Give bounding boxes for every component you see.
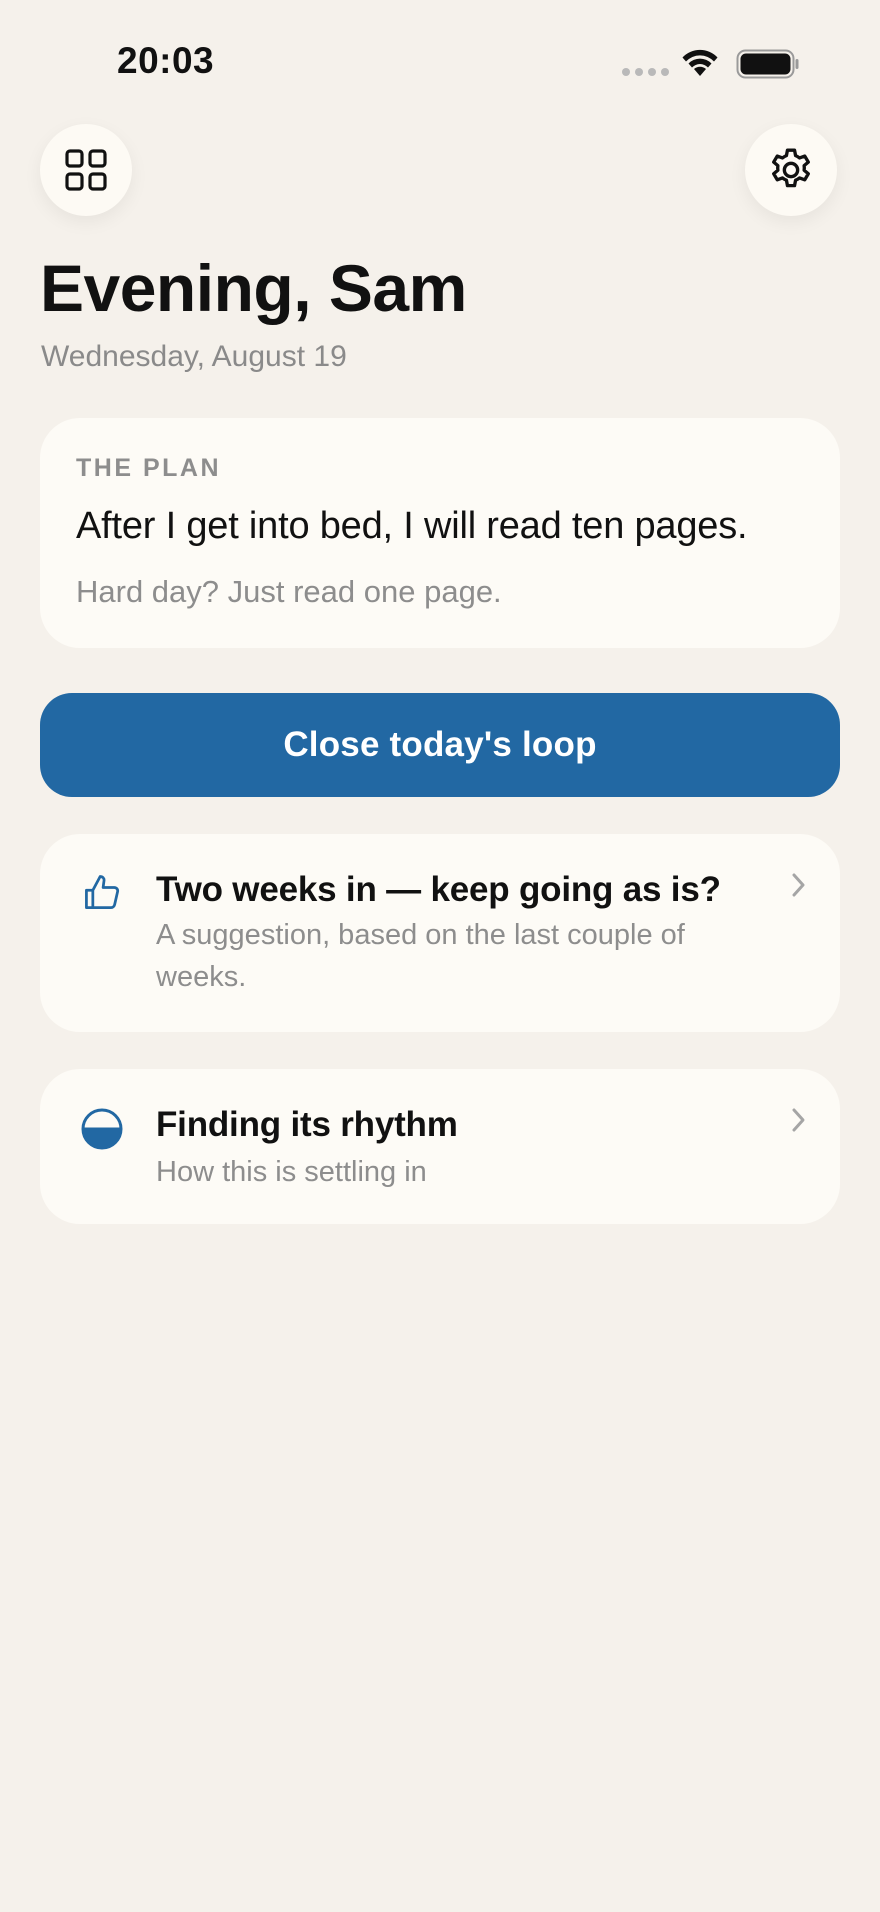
thumbs-up-icon bbox=[85, 875, 120, 910]
plan-statement: After I get into bed, I will read ten pa… bbox=[76, 505, 748, 547]
suggestion-subtitle: A suggestion, based on the last couple o… bbox=[156, 919, 685, 993]
plan-card: THE PLAN After I get into bed, I will re… bbox=[40, 418, 840, 648]
settings-button[interactable] bbox=[745, 124, 837, 216]
status-time: 20:03 bbox=[117, 40, 215, 81]
date-label: Wednesday, August 19 bbox=[41, 340, 347, 373]
chevron-right-icon bbox=[792, 1108, 805, 1132]
rhythm-card[interactable]: Finding its rhythm How this is settling … bbox=[40, 1069, 840, 1224]
rhythm-title: Finding its rhythm bbox=[156, 1105, 458, 1144]
plan-label: THE PLAN bbox=[76, 454, 221, 482]
close-loop-button[interactable]: Close today's loop bbox=[40, 693, 840, 797]
plan-fallback: Hard day? Just read one page. bbox=[76, 574, 502, 609]
gear-icon bbox=[772, 148, 810, 188]
greeting-title: Evening, Sam bbox=[40, 251, 467, 325]
chevron-right-icon bbox=[792, 873, 805, 897]
suggestion-card[interactable]: Two weeks in — keep going as is? A sugge… bbox=[40, 834, 840, 1032]
cellular-signal-icon bbox=[622, 68, 669, 76]
battery-icon bbox=[736, 49, 799, 79]
grid-icon bbox=[65, 149, 107, 191]
half-circle-icon bbox=[81, 1108, 123, 1150]
status-bar: 20:03 bbox=[0, 0, 880, 110]
dashboard-button[interactable] bbox=[40, 124, 132, 216]
rhythm-subtitle: How this is settling in bbox=[156, 1156, 427, 1188]
wifi-icon bbox=[682, 49, 718, 76]
suggestion-title: Two weeks in — keep going as is? bbox=[156, 870, 721, 909]
